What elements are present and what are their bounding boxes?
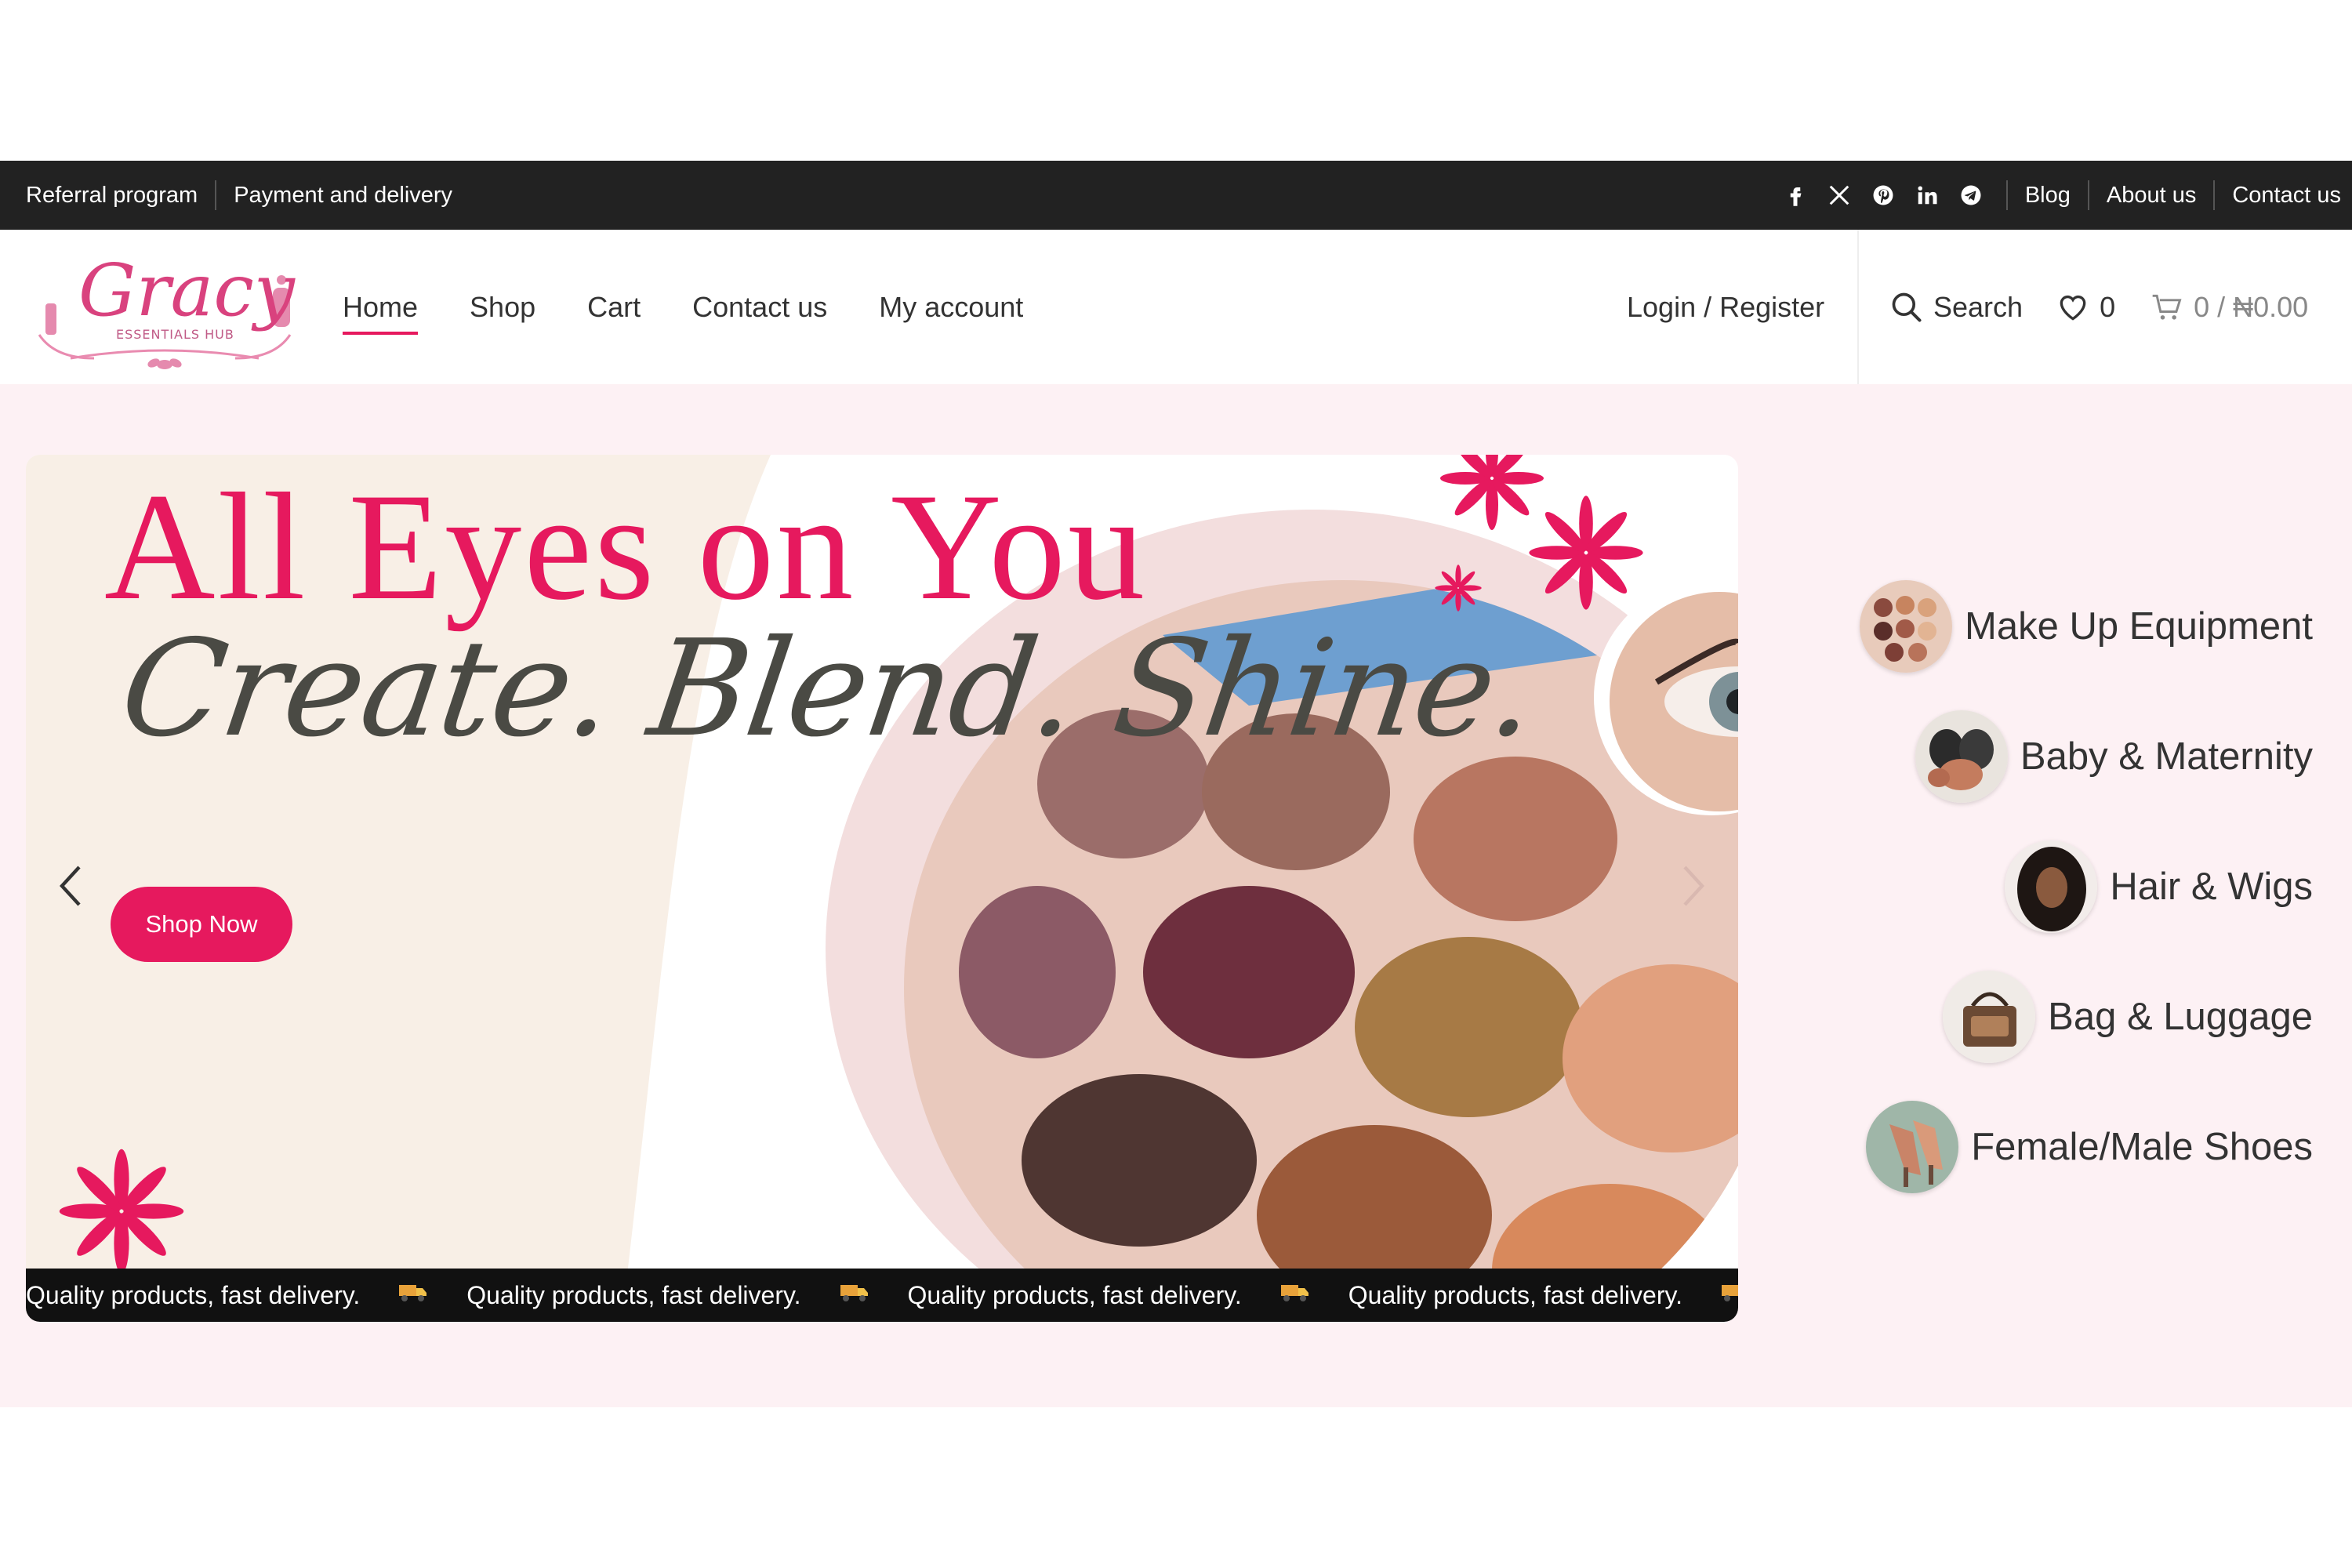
telegram-icon[interactable] (1959, 183, 1983, 207)
ticker-text: Quality products, fast delivery. (26, 1280, 361, 1309)
ticker-text: Quality products, fast delivery. (1348, 1280, 1682, 1309)
logo-subtitle: ESSENTIALS HUB (116, 327, 234, 342)
hero-banner-slider[interactable]: All Eyes on You Create. Blend. Shine. Sh… (26, 455, 1738, 1322)
search-icon (1892, 292, 1922, 322)
category-label: Bag & Luggage (2048, 996, 2313, 1038)
facebook-icon[interactable] (1784, 183, 1807, 207)
divider (2213, 180, 2216, 210)
slider-prev-button[interactable] (48, 855, 95, 917)
about-us-link[interactable]: About us (2107, 183, 2196, 209)
ticker-item: Quality products, fast delivery. (908, 1280, 1348, 1310)
shoes-thumbnail (1866, 1101, 1959, 1193)
login-register-link[interactable]: Login / Register (1627, 230, 1824, 384)
divider (2087, 180, 2089, 210)
bag-luggage-thumbnail (1943, 971, 2036, 1063)
site-logo[interactable]: Gracy ESSENTIALS HUB (24, 241, 306, 374)
category-label: Hair & Wigs (2110, 866, 2313, 908)
category-label: Female/Male Shoes (1971, 1126, 2313, 1168)
category-label: Make Up Equipment (1965, 605, 2313, 648)
make-up-palette-thumbnail (1860, 580, 1953, 673)
nav-shop[interactable]: Shop (470, 291, 535, 324)
search-label: Search (1933, 290, 2024, 323)
payment-delivery-link[interactable]: Payment and delivery (234, 183, 452, 209)
referral-program-link[interactable]: Referral program (26, 183, 198, 209)
nav-my-account[interactable]: My account (879, 291, 1023, 324)
ticker-item: Quality products, fast delivery. (466, 1280, 907, 1310)
ticker-item: Quality products, fast delivery. (1348, 1280, 1738, 1310)
divider (2005, 180, 2008, 210)
category-make-up-equipment[interactable]: Make Up Equipment (1860, 580, 2313, 673)
hero-tagline: Create. Blend. Shine. (112, 612, 1544, 767)
pinterest-icon[interactable] (1871, 183, 1895, 207)
ticker-item: Quality products, fast delivery. (26, 1280, 466, 1310)
cart-icon (2152, 294, 2182, 320)
category-baby-maternity[interactable]: Baby & Maternity (1915, 710, 2313, 803)
cart-button[interactable]: 0 / ₦0.00 (2150, 290, 2308, 325)
site-header: Gracy ESSENTIALS HUB Home Shop Cart Cont… (0, 230, 2352, 384)
nav-home[interactable]: Home (343, 291, 419, 335)
shop-now-button[interactable]: Shop Now (111, 887, 292, 962)
contact-us-top-link[interactable]: Contact us (2232, 183, 2341, 209)
nav-contact-us[interactable]: Contact us (692, 291, 827, 324)
hair-wig-thumbnail (2005, 840, 2098, 933)
top-bar-left: Referral program Payment and delivery (26, 161, 452, 230)
category-female-male-shoes[interactable]: Female/Male Shoes (1866, 1101, 2313, 1193)
wishlist-button[interactable]: 0 (2056, 290, 2115, 325)
logo-wordmark: Gracy (78, 249, 296, 332)
search-button[interactable]: Search (1889, 290, 2023, 325)
baby-maternity-thumbnail (1915, 710, 2008, 803)
top-bar: Referral program Payment and delivery Bl… (0, 161, 2352, 230)
header-tools: Search 0 0 / ₦0.00 (1889, 230, 2308, 384)
header-divider (1857, 230, 1859, 384)
ticker-text: Quality products, fast delivery. (466, 1280, 801, 1309)
x-icon[interactable] (1828, 183, 1851, 207)
category-bag-luggage[interactable]: Bag & Luggage (1943, 971, 2313, 1063)
delivery-truck-icon (1720, 1280, 1738, 1310)
divider (215, 180, 217, 210)
category-hair-wigs[interactable]: Hair & Wigs (2005, 840, 2313, 933)
ticker-text: Quality products, fast delivery. (907, 1280, 1242, 1309)
category-label: Baby & Maternity (2020, 735, 2313, 778)
cart-summary: 0 / ₦0.00 (2194, 290, 2309, 323)
marquee-ticker: Quality products, fast delivery. Quality … (26, 1269, 1738, 1322)
chevron-right-icon (1683, 866, 1704, 906)
main-nav: Home Shop Cart Contact us My account (343, 230, 1023, 384)
social-links (1784, 183, 1983, 207)
delivery-truck-icon (1279, 1280, 1311, 1310)
delivery-truck-icon (839, 1280, 870, 1310)
nav-cart[interactable]: Cart (587, 291, 641, 324)
slider-next-button[interactable] (1669, 855, 1716, 917)
wishlist-count: 0 (2100, 290, 2116, 323)
blog-link[interactable]: Blog (2025, 183, 2071, 209)
linkedin-icon[interactable] (1915, 183, 1939, 207)
delivery-truck-icon (397, 1280, 429, 1310)
heart-icon (2060, 295, 2086, 321)
top-bar-right: Blog About us Contact us (1784, 161, 2341, 230)
chevron-left-icon (60, 866, 81, 906)
